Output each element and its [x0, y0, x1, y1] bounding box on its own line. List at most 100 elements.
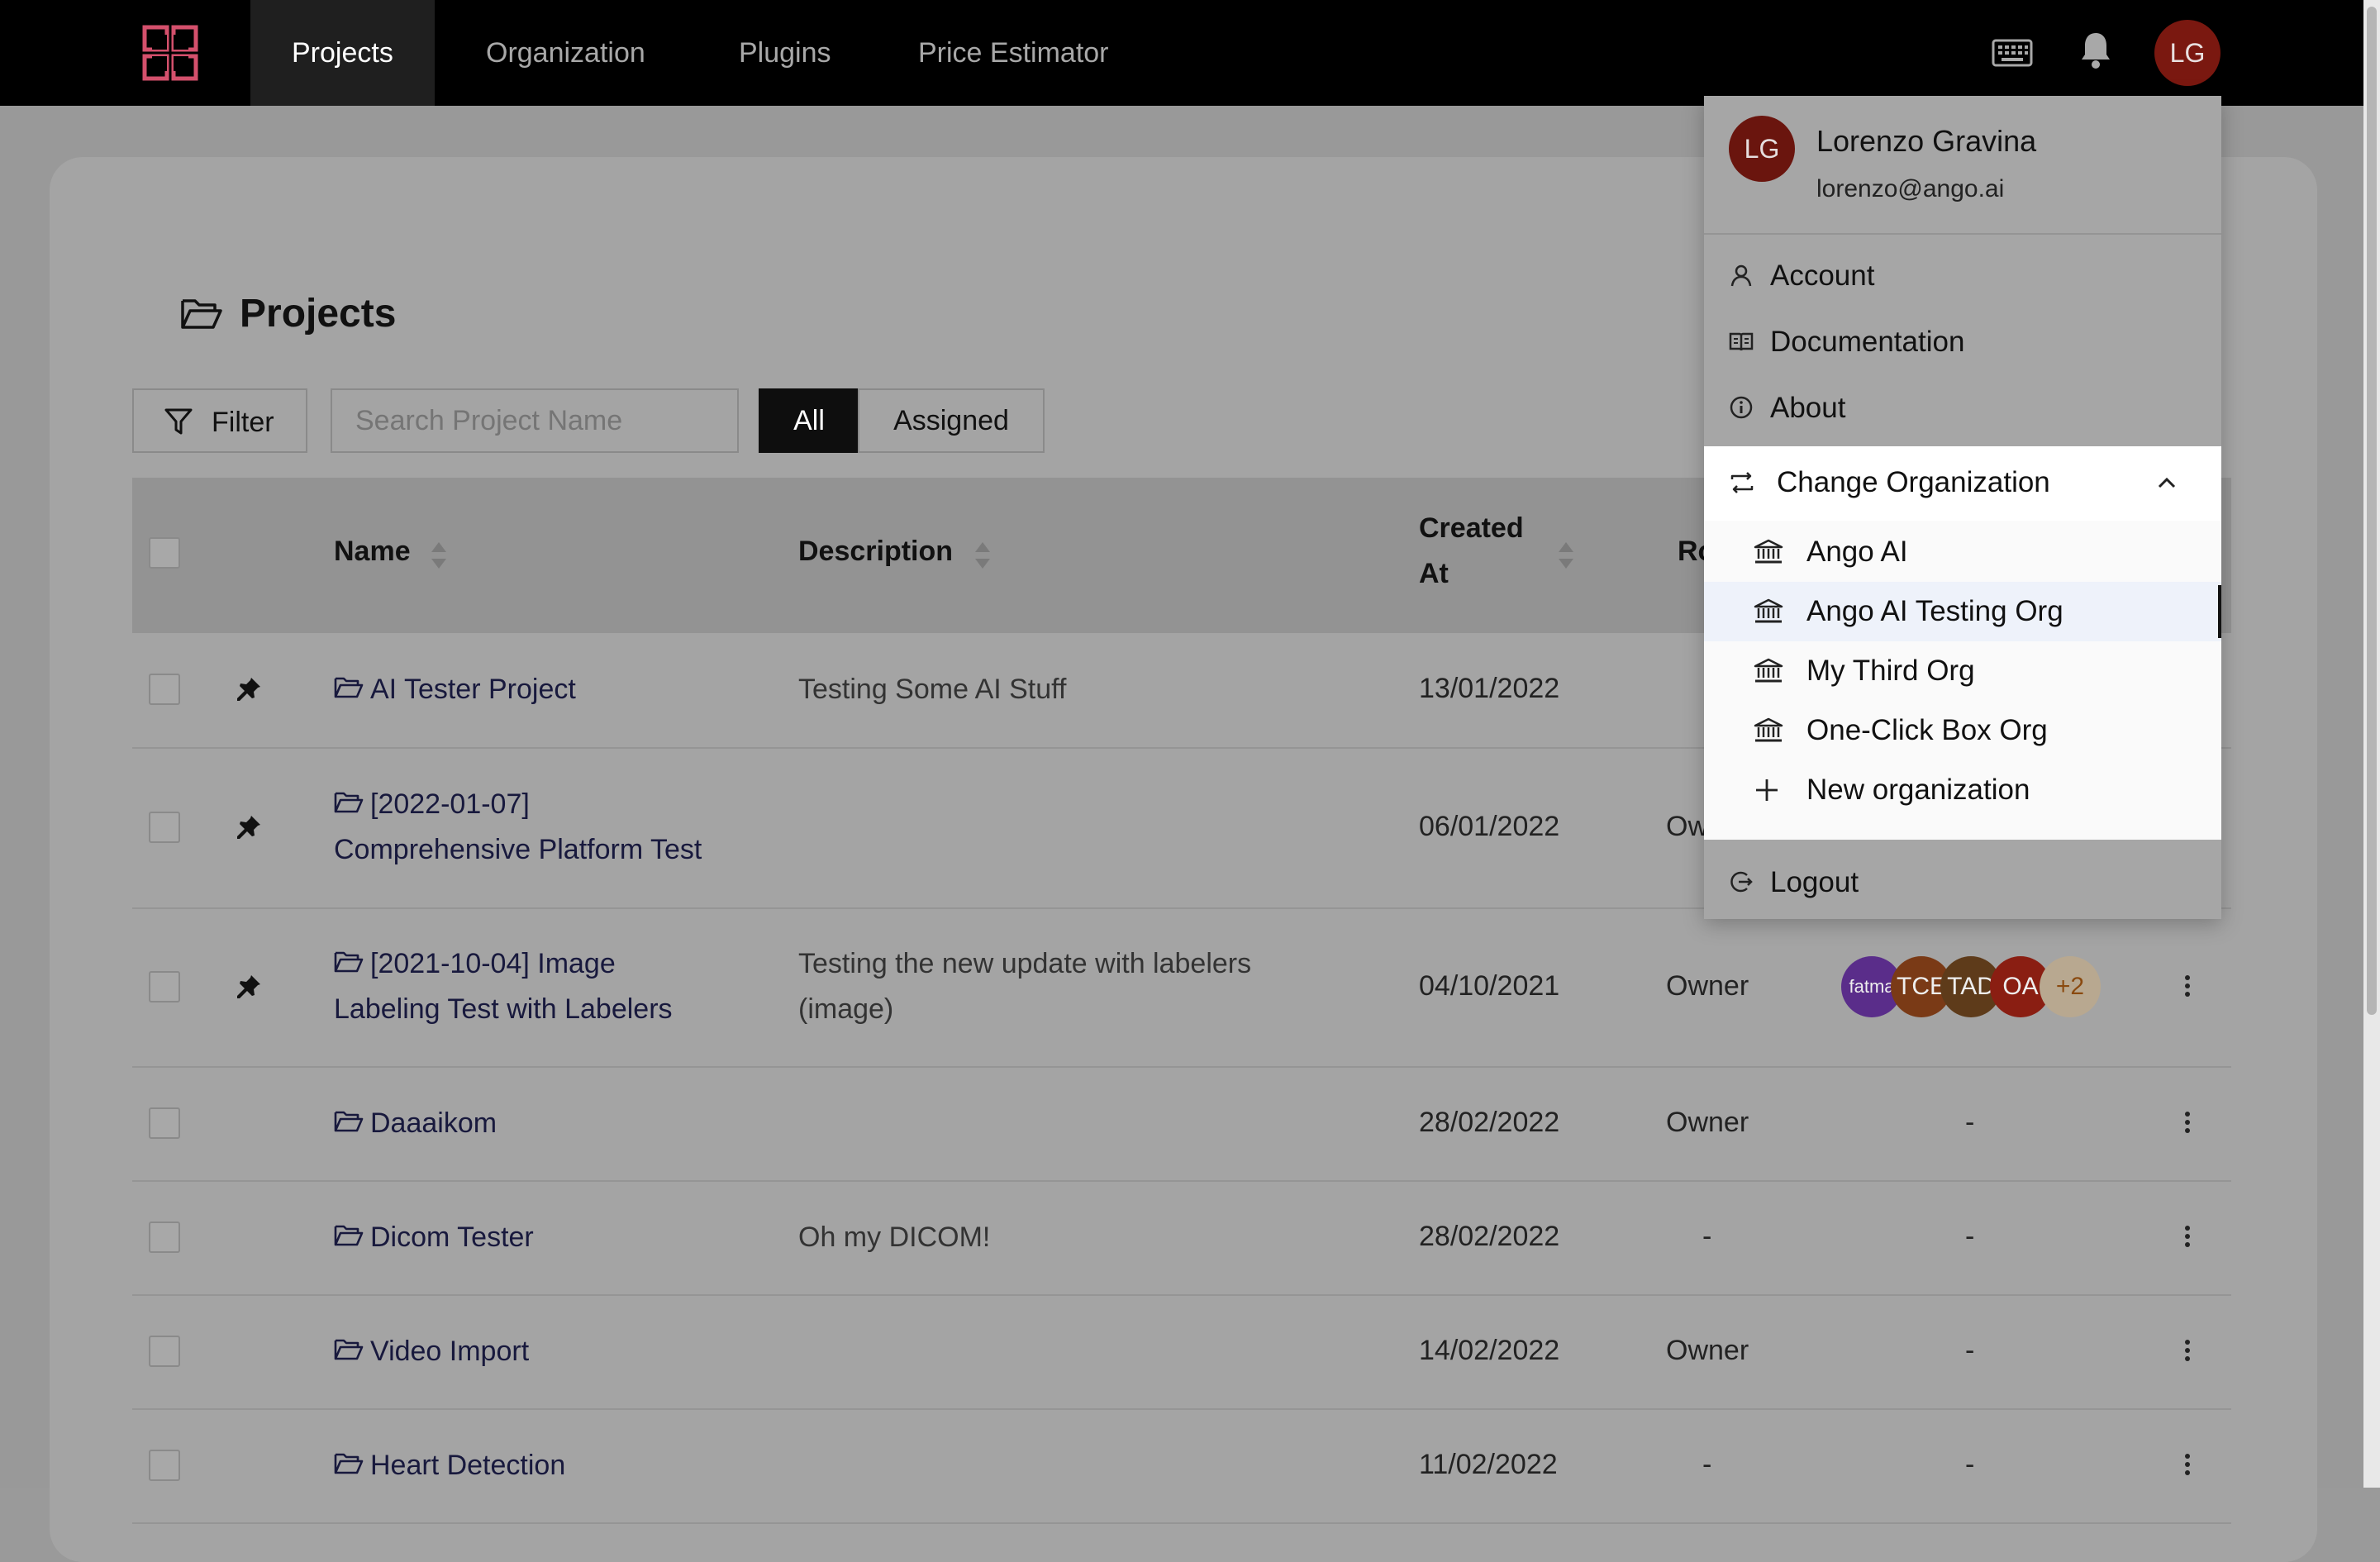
folder-icon — [334, 1109, 364, 1134]
nav-plugins[interactable]: Plugins — [697, 0, 873, 106]
plus-icon — [1754, 777, 1780, 803]
bank-icon — [1754, 539, 1783, 565]
filter-label: Filter — [212, 407, 274, 438]
filter-button[interactable]: Filter — [132, 388, 307, 453]
menu-account[interactable]: Account — [1704, 243, 2221, 309]
table-row[interactable]: Heart Detection 11/02/2022 - - — [132, 1408, 2231, 1524]
description-line: Testing Some AI Stuff — [798, 674, 1067, 705]
row-checkbox[interactable] — [149, 1450, 180, 1481]
pin-icon[interactable] — [235, 675, 263, 703]
sort-icon[interactable] — [973, 541, 992, 570]
created-at: 28/02/2022 — [1419, 1107, 1560, 1138]
project-name-cont: Comprehensive Platform Test — [334, 834, 702, 865]
row-checkbox[interactable] — [149, 1107, 180, 1139]
row-checkbox[interactable] — [149, 971, 180, 1002]
ango-logo[interactable] — [142, 25, 198, 81]
swap-icon — [1730, 472, 1754, 493]
row-checkbox[interactable] — [149, 1336, 180, 1367]
menu-logout[interactable]: Logout — [1704, 850, 2221, 916]
search-project-input[interactable] — [331, 388, 739, 453]
menu-about[interactable]: About — [1704, 375, 2221, 441]
nav-projects[interactable]: Projects — [250, 0, 435, 106]
project-name-link[interactable]: [2021-10-04] Image Labeling Test with Lab… — [334, 941, 673, 1032]
project-name: [2021-10-04] Image — [370, 948, 616, 979]
more-options-icon[interactable] — [2185, 972, 2192, 1000]
pin-icon[interactable] — [235, 973, 263, 1001]
project-name: Daaaikom — [370, 1107, 497, 1139]
user-icon — [1730, 264, 1752, 287]
row-checkbox[interactable] — [149, 1222, 180, 1253]
more-options-icon[interactable] — [2185, 1450, 2192, 1479]
segment-all[interactable]: All — [759, 388, 859, 453]
table-row[interactable]: Dicom Tester Oh my DICOM! 28/02/2022 - - — [132, 1180, 2231, 1296]
page-scrollbar[interactable] — [2363, 0, 2380, 1488]
user-avatar-button[interactable]: LG — [2154, 20, 2221, 86]
created-at: 11/02/2022 — [1419, 1449, 1558, 1480]
member-avatar: +2 — [2040, 956, 2101, 1017]
header-created-line1[interactable]: Created — [1419, 512, 1524, 545]
row-checkbox[interactable] — [149, 812, 180, 843]
role: Owner — [1666, 1107, 1749, 1138]
select-all-checkbox[interactable] — [149, 537, 180, 569]
role: Ow — [1666, 811, 1708, 842]
more-options-icon[interactable] — [2185, 1108, 2192, 1136]
segment-assigned[interactable]: Assigned — [858, 388, 1045, 453]
scrollbar-thumb[interactable] — [2367, 7, 2377, 1015]
more-options-icon[interactable] — [2185, 1336, 2192, 1364]
header-description[interactable]: Description — [798, 536, 953, 568]
new-organization-button[interactable]: New organization — [1704, 760, 2221, 820]
info-icon — [1730, 396, 1753, 419]
org-name: Ango AI — [1806, 536, 1908, 568]
row-checkbox[interactable] — [149, 674, 180, 705]
project-name-link[interactable]: Dicom Tester — [334, 1215, 534, 1260]
nav-price-estimator[interactable]: Price Estimator — [877, 0, 1150, 106]
folder-icon — [334, 790, 364, 815]
nav-organization[interactable]: Organization — [445, 0, 687, 106]
keyboard-icon[interactable] — [1992, 38, 2033, 68]
project-name-link[interactable]: Daaaikom — [334, 1101, 497, 1146]
bell-icon[interactable] — [2079, 30, 2112, 69]
org-name: One-Click Box Org — [1806, 714, 2048, 746]
pin-icon[interactable] — [235, 813, 263, 841]
project-name-cont: Labeling Test with Labelers — [334, 993, 673, 1025]
role: Owner — [1666, 970, 1749, 1002]
sort-icon[interactable] — [430, 541, 448, 570]
more-options-icon[interactable] — [2185, 1222, 2192, 1250]
bank-icon — [1754, 598, 1783, 625]
chevron-up-icon[interactable] — [2157, 474, 2177, 491]
created-at: 06/01/2022 — [1419, 811, 1560, 842]
created-at: 28/02/2022 — [1419, 1221, 1560, 1252]
filter-icon — [164, 408, 193, 435]
menu-logout-label: Logout — [1770, 866, 1859, 898]
org-item[interactable]: One-Click Box Org — [1704, 701, 2221, 760]
folder-icon — [334, 950, 364, 974]
org-item[interactable]: My Third Org — [1704, 641, 2221, 701]
table-row[interactable]: [2021-10-04] Image Labeling Test with Lab… — [132, 907, 2231, 1068]
project-name-link[interactable]: Video Import — [334, 1329, 529, 1374]
project-description: Testing Some AI Stuff — [798, 667, 1066, 712]
created-at: 14/02/2022 — [1419, 1335, 1560, 1366]
header-name[interactable]: Name — [334, 536, 411, 568]
members: - — [1965, 1221, 1975, 1252]
project-name-link[interactable]: Heart Detection — [334, 1443, 565, 1488]
org-item[interactable]: Ango AI — [1704, 522, 2221, 582]
member-avatars[interactable]: fatma TCE TAD OA +2 — [1841, 956, 2106, 1017]
header-created-line2[interactable]: At — [1419, 558, 1449, 590]
menu-documentation[interactable]: Documentation — [1704, 309, 2221, 375]
role: - — [1702, 1449, 1712, 1480]
table-row[interactable]: Video Import 14/02/2022 Owner - — [132, 1294, 2231, 1410]
org-item[interactable]: Ango AI Testing Org — [1704, 582, 2221, 641]
bank-icon — [1754, 658, 1783, 684]
sort-icon[interactable] — [1557, 541, 1575, 570]
book-icon — [1729, 332, 1754, 351]
change-organization-toggle[interactable]: Change Organization — [1704, 446, 2221, 521]
project-description: Oh my DICOM! — [798, 1215, 990, 1260]
table-row[interactable]: Daaaikom 28/02/2022 Owner - — [132, 1066, 2231, 1182]
project-name-link[interactable]: [2022-01-07] Comprehensive Platform Test — [334, 782, 702, 873]
logout-icon — [1730, 871, 1753, 893]
members: - — [1965, 1107, 1975, 1138]
user-email: lorenzo@ango.ai — [1816, 175, 2005, 202]
project-name: Video Import — [370, 1336, 530, 1367]
project-name: [2022-01-07] — [370, 788, 530, 820]
project-name-link[interactable]: AI Tester Project — [334, 667, 576, 712]
